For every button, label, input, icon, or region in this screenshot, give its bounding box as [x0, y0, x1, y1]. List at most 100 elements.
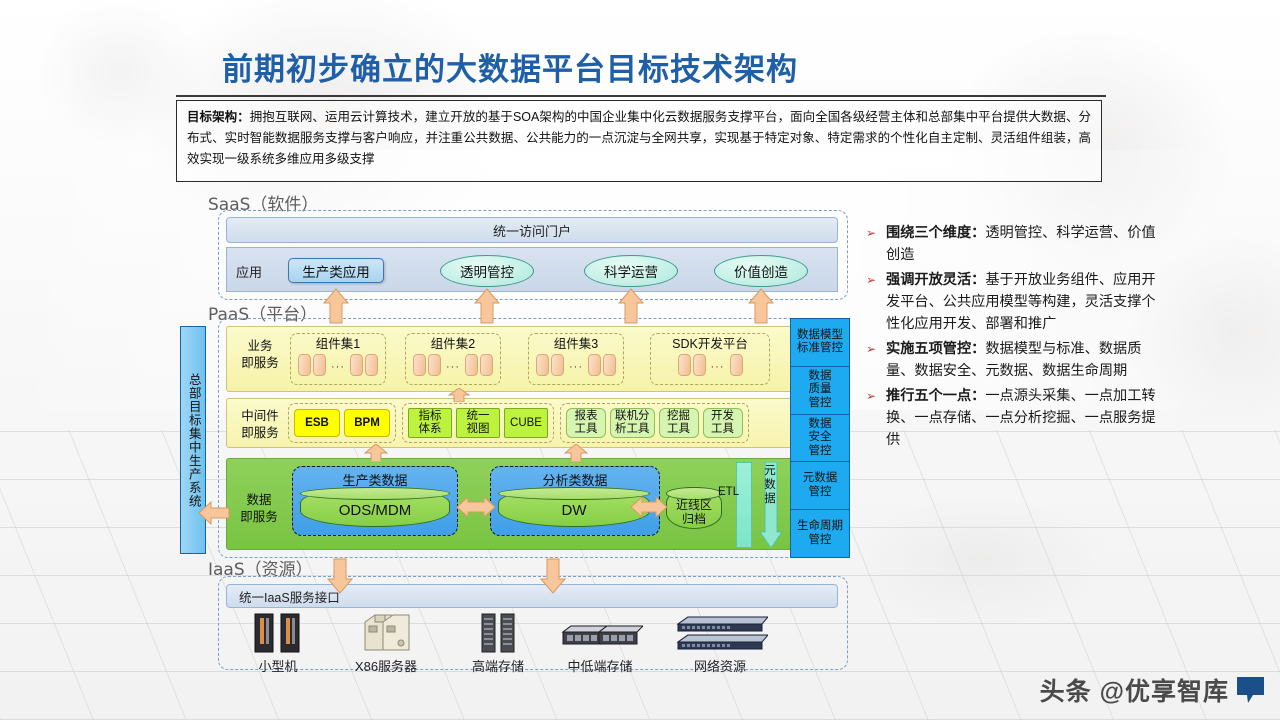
up-arrow-analytical-data-to-middleware: [564, 444, 590, 462]
chip-olap-tool[interactable]: 联机分 析工具: [610, 408, 655, 438]
resource-x86-server-label: X86服务器: [354, 659, 418, 674]
dw-database-cylinder[interactable]: DW: [498, 487, 650, 527]
up-arrow-middleware-to-business: [448, 388, 474, 402]
bullet-text-open-flexible: 强调开放灵活：基于开放业务组件、应用开发平台、公共应用模型等构建，灵活支撑个性化…: [886, 269, 1166, 335]
gov-1-l3: 管控: [808, 396, 832, 409]
ods-mdm-label: ODS/MDM: [338, 502, 412, 519]
bullet-marker-icon: ➢: [866, 342, 877, 356]
dimension-ellipse-value-creation[interactable]: 价值创造: [714, 255, 808, 287]
unified-access-portal-bar[interactable]: 统一访问门户: [226, 217, 838, 243]
component-capsule-icon: [480, 354, 493, 376]
component-capsule-icon: [298, 354, 311, 376]
mid-label-line1: 中间件: [241, 409, 279, 423]
chip-mining-l1: 挖掘: [667, 410, 690, 422]
chip-index-l1: 指标: [418, 410, 442, 422]
network-device-icon: [676, 616, 768, 650]
chip-dev-text: 开发 工具: [711, 410, 734, 436]
sdk-development-platform-items: ···: [651, 354, 769, 376]
resource-x86-server[interactable]: X86服务器: [338, 612, 434, 675]
resource-network-label: 网络资源: [693, 659, 746, 674]
chip-development-tool[interactable]: 开发 工具: [702, 408, 743, 438]
resource-high-end-storage-label: 高端存储: [471, 659, 524, 674]
gov-0-l2: 标准管控: [797, 342, 843, 355]
chip-view-l2: 视图: [466, 423, 490, 435]
middleware-group-tools: 报表 工具 联机分 析工具 挖掘 工具 开发 工具: [560, 403, 749, 443]
chip-mining-l2: 工具: [667, 423, 690, 435]
middleware-as-a-service-label: 中间件 即服务: [234, 408, 286, 442]
component-set-3[interactable]: 组件集3 ···: [528, 333, 624, 385]
resource-high-end-storage[interactable]: 高端存储: [450, 612, 546, 675]
data-label-line1: 数据: [246, 493, 272, 507]
governance-cell-data-model-standard[interactable]: 数据模型 标准管控: [791, 319, 849, 367]
component-set-2-items: ···: [406, 354, 500, 376]
component-capsule-icon: [350, 354, 363, 376]
resource-midrange-storage[interactable]: 中低端存储: [552, 612, 648, 675]
application-label: 应用: [236, 265, 263, 280]
high-end-storage-icon: [481, 613, 515, 653]
component-capsule-icon: [677, 354, 691, 376]
chip-olap-l1: 联机分: [615, 410, 650, 422]
gov-3-text: 元数据 管控: [803, 472, 838, 499]
gov-4-l1: 生命周期: [797, 520, 843, 533]
bullet-item-three-dimensions: ➢ 围绕三个维度：透明管控、科学运营、价值创造: [866, 222, 1166, 266]
component-capsule-icon: [603, 354, 616, 376]
chip-mining-tool[interactable]: 挖掘 工具: [658, 408, 699, 438]
chip-olap-l2: 析工具: [615, 423, 650, 435]
governance-cell-metadata[interactable]: 元数据 管控: [791, 462, 849, 511]
data-governance-bar: 数据模型 标准管控 数据 质量 管控 数据 安全 管控 元数据 管控 生命周期 管控: [790, 318, 850, 558]
middleware-group-analytics: 指标 体系 统一 视图 CUBE: [402, 403, 554, 443]
chip-index-l2: 体系: [418, 423, 442, 435]
gov-4-l2: 管控: [808, 533, 832, 546]
gov-3-l1: 元数据: [802, 472, 838, 485]
watermark: 头条 @优享智库: [1040, 672, 1264, 708]
unified-iaas-service-interface-bar[interactable]: 统一IaaS服务接口: [226, 584, 838, 608]
biz-label-line2: 即服务: [241, 356, 279, 370]
component-capsule-icon: [365, 354, 378, 376]
chip-esb[interactable]: ESB: [294, 409, 340, 437]
up-arrow-to-value-creation: [748, 288, 774, 324]
resource-midrange-storage-label: 中低端存储: [567, 659, 633, 674]
dw-label: DW: [561, 502, 587, 519]
bullet-text-three-dimensions: 围绕三个维度：透明管控、科学运营、价值创造: [886, 222, 1166, 266]
chip-unified-view-text: 统一 视图: [467, 410, 490, 436]
chip-bpm[interactable]: BPM: [344, 409, 390, 437]
chip-dev-l2: 工具: [711, 423, 734, 435]
component-capsule-icon: [551, 354, 564, 376]
component-capsule-icon: [428, 354, 441, 376]
dimension-ellipse-transparent-control[interactable]: 透明管控: [440, 255, 534, 287]
component-capsule-icon: [729, 354, 743, 376]
bullet-marker-icon: ➢: [866, 273, 877, 287]
resource-network[interactable]: 网络资源: [672, 612, 768, 675]
resource-minicomputer[interactable]: 小型机: [230, 612, 326, 675]
governance-cell-data-quality[interactable]: 数据 质量 管控: [791, 367, 849, 415]
title-divider: [176, 95, 1106, 97]
component-set-2[interactable]: 组件集2 ···: [405, 333, 501, 385]
nearline-archive-cylinder[interactable]: 近线区 归档: [666, 487, 722, 529]
bidirectional-arrow-ods-dw: [456, 494, 496, 525]
gov-2-l3: 管控: [808, 444, 832, 457]
business-as-a-service-label: 业务 即服务: [234, 338, 286, 372]
gov-1-text: 数据 质量 管控: [809, 370, 832, 411]
gov-0-l1: 数据模型: [797, 328, 843, 341]
sdk-development-platform[interactable]: SDK开发平台 ···: [650, 333, 770, 385]
governance-cell-lifecycle[interactable]: 生命周期 管控: [791, 510, 849, 557]
chip-index-system-text: 指标 体系: [419, 410, 442, 436]
up-arrow-to-production-app: [323, 288, 349, 324]
chip-cube[interactable]: CUBE: [504, 408, 548, 438]
bidirectional-arrow-dw-archive: [630, 494, 668, 525]
production-application-box[interactable]: 生产类应用: [288, 258, 384, 283]
gov-4-text: 生命周期 管控: [797, 520, 843, 547]
dimension-ellipse-scientific-operation[interactable]: 科学运营: [584, 255, 678, 287]
up-arrow-to-scientific-operation: [618, 288, 644, 324]
data-as-a-service-label: 数据 即服务: [232, 492, 286, 526]
ods-mdm-database-cylinder[interactable]: ODS/MDM: [300, 487, 450, 527]
governance-cell-data-security[interactable]: 数据 安全 管控: [791, 415, 849, 463]
middleware-group-integration: ESB BPM: [288, 403, 396, 443]
chip-report-tool[interactable]: 报表 工具: [566, 408, 606, 438]
chip-unified-view[interactable]: 统一 视图: [456, 408, 500, 438]
component-set-1[interactable]: 组件集1 ···: [290, 333, 386, 385]
chip-index-system[interactable]: 指标 体系: [408, 408, 452, 438]
bullet-item-five-controls: ➢ 实施五项管控：数据模型与标准、数据质量、数据安全、元数据、数据生命周期: [866, 338, 1166, 382]
key-points-list: ➢ 围绕三个维度：透明管控、科学运营、价值创造 ➢ 强调开放灵活：基于开放业务组…: [866, 222, 1166, 454]
sdk-dots: ···: [710, 361, 725, 373]
